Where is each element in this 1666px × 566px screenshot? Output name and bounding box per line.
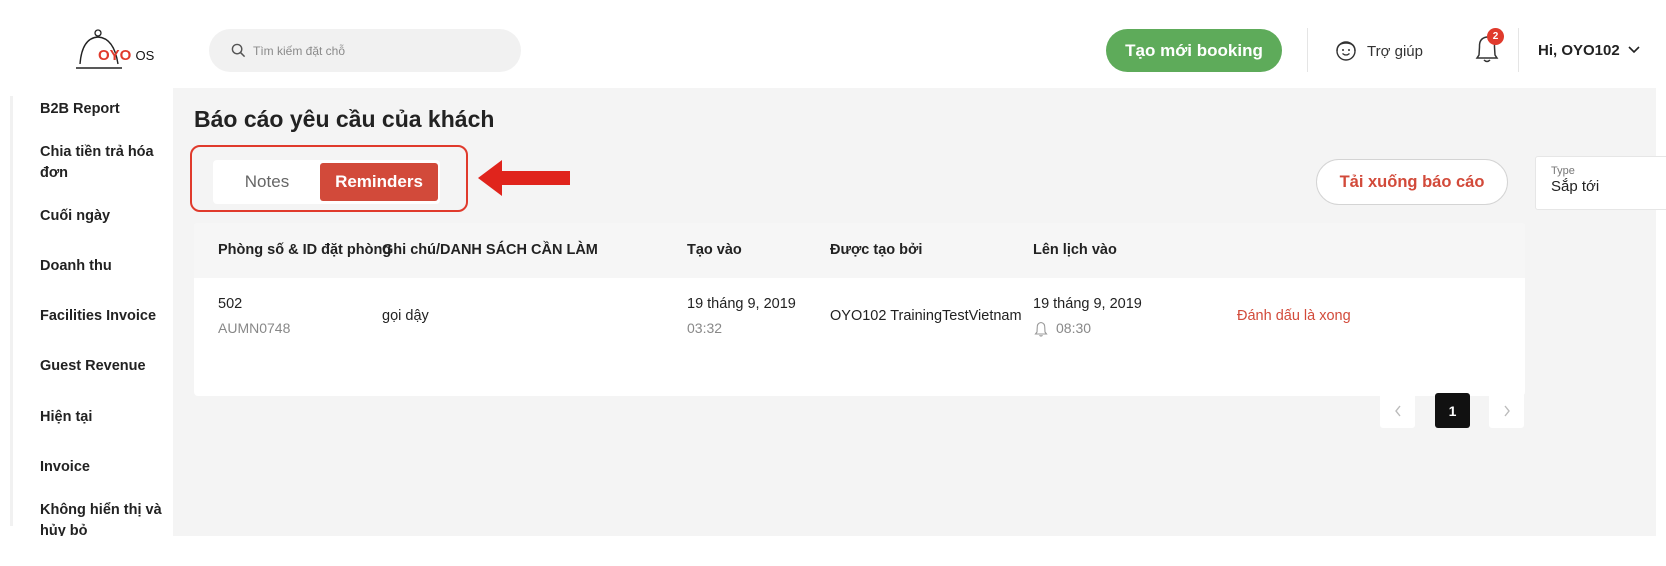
- logo-text: OYO OS: [98, 47, 154, 64]
- sidebar-item-invoice[interactable]: Invoice: [40, 457, 165, 478]
- table-header: Phòng số & ID đặt phòng Ghi chú/DANH SÁC…: [194, 223, 1525, 278]
- logo-suffix: OS: [135, 48, 155, 63]
- search-input[interactable]: [253, 29, 503, 72]
- pointer-arrow-icon: [478, 160, 570, 196]
- help-link[interactable]: Trợ giúp: [1335, 36, 1423, 66]
- booking-id: AUMN0748: [218, 320, 291, 336]
- pagination-prev-button[interactable]: [1380, 393, 1415, 428]
- sidebar: B2B Report Chia tiền trả hóa đơn Cuối ng…: [10, 88, 173, 536]
- sidebar-item-current[interactable]: Hiện tại: [40, 407, 165, 428]
- column-header-created-at: Tạo vào: [687, 242, 742, 258]
- pagination-page-1[interactable]: 1: [1435, 393, 1470, 428]
- search-icon: [231, 43, 246, 58]
- sidebar-item-no-show-cancel[interactable]: Không hiển thị và hủy bỏ: [40, 500, 165, 536]
- sidebar-item-b2b-report[interactable]: B2B Report: [40, 99, 165, 120]
- sidebar-rail: [10, 96, 13, 526]
- note-text: gọi dậy: [382, 308, 429, 324]
- sidebar-item-guest-revenue[interactable]: Guest Revenue: [40, 356, 165, 377]
- room-number: 502: [218, 296, 243, 312]
- pagination-next-button[interactable]: [1489, 393, 1524, 428]
- created-date: 19 tháng 9, 2019: [687, 296, 796, 312]
- chevron-right-icon: [1503, 405, 1510, 416]
- scheduled-date: 19 tháng 9, 2019: [1033, 296, 1142, 312]
- type-filter-label: Type: [1551, 165, 1575, 177]
- logo-brand: OYO: [98, 47, 132, 64]
- support-icon: [1336, 41, 1356, 61]
- notification-badge: 2: [1487, 28, 1504, 45]
- tab-notes[interactable]: Notes: [213, 160, 321, 204]
- type-filter-select[interactable]: Type Sắp tới: [1535, 156, 1666, 210]
- page-title: Báo cáo yêu cầu của khách: [194, 106, 495, 132]
- user-menu[interactable]: Hi, OYO102: [1538, 38, 1640, 62]
- download-report-button[interactable]: Tải xuống báo cáo: [1316, 159, 1508, 205]
- column-header-created-by: Được tạo bởi: [830, 242, 923, 258]
- search-bar[interactable]: [209, 29, 521, 72]
- reminders-table: Phòng số & ID đặt phòng Ghi chú/DANH SÁC…: [194, 223, 1525, 396]
- type-filter-value: Sắp tới: [1551, 178, 1600, 195]
- scheduled-time: 08:30: [1056, 320, 1092, 336]
- top-header: OYO OS Tạo mới booking Trợ giúp 2 Hi, OY…: [0, 0, 1666, 88]
- header-divider: [1518, 28, 1519, 72]
- column-header-scheduled-at: Lên lịch vào: [1033, 242, 1117, 258]
- created-time: 03:32: [687, 320, 723, 336]
- sidebar-item-end-of-day[interactable]: Cuối ngày: [40, 206, 165, 227]
- column-header-room: Phòng số & ID đặt phòng: [218, 242, 392, 258]
- main-content: Báo cáo yêu cầu của khách Notes Reminder…: [173, 88, 1666, 536]
- column-header-note: Ghi chú/DANH SÁCH CẦN LÀM: [382, 242, 598, 258]
- created-by: OYO102 TrainingTestVietnam: [830, 308, 1022, 324]
- oyo-os-logo[interactable]: OYO OS: [76, 28, 166, 74]
- user-greeting: Hi, OYO102: [1538, 41, 1620, 59]
- sidebar-item-split-bill[interactable]: Chia tiền trả hóa đơn: [40, 142, 165, 184]
- sidebar-item-facilities-invoice[interactable]: Facilities Invoice: [40, 306, 165, 327]
- reminder-bell-icon: [1034, 321, 1048, 337]
- chevron-left-icon: [1394, 405, 1401, 416]
- chevron-down-icon: [1628, 46, 1640, 54]
- report-tabs: Notes Reminders: [213, 160, 440, 204]
- create-booking-button[interactable]: Tạo mới booking: [1106, 29, 1282, 72]
- sidebar-item-revenue[interactable]: Doanh thu: [40, 256, 165, 277]
- mark-done-link[interactable]: Đánh dấu là xong: [1237, 308, 1351, 324]
- table-row: 502 AUMN0748 gọi dậy 19 tháng 9, 2019 03…: [194, 278, 1525, 352]
- help-label: Trợ giúp: [1367, 42, 1423, 60]
- header-divider: [1307, 28, 1308, 72]
- tab-reminders[interactable]: Reminders: [320, 163, 438, 201]
